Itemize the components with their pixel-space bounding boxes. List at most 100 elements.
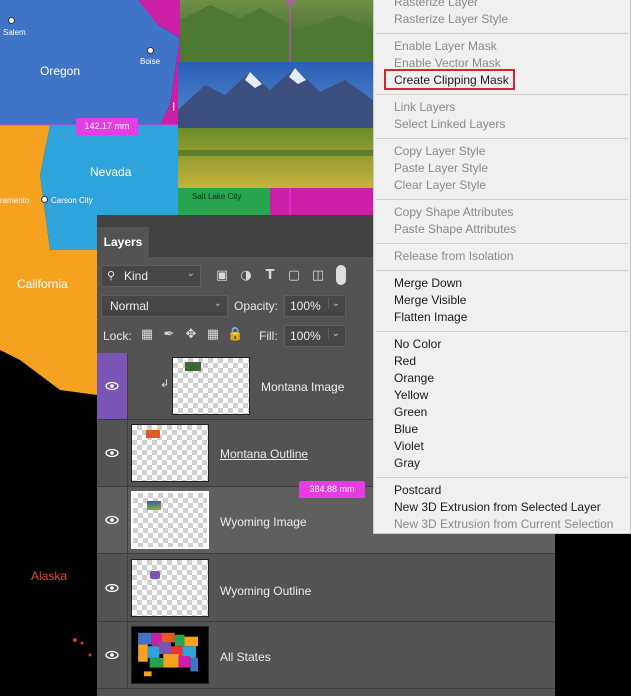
menu-item-copy-layer-style[interactable]: Copy Layer Style [394,143,485,160]
lock-transparent-icon[interactable]: ▦ [139,327,155,343]
menu-item-postcard[interactable]: Postcard [394,482,441,499]
layer-thumbnail [131,491,209,549]
us-map-thumbnail [138,632,198,677]
city-label-carson-city: Carson City [51,196,93,205]
menu-item-new-3d-extrusion-selected-layer[interactable]: New 3D Extrusion from Selected Layer [394,499,601,516]
measure-width-badge: 142.17 mm [76,118,138,135]
filter-shape-icon[interactable]: ▢ [286,268,302,284]
menu-item-select-linked-layers[interactable]: Select Linked Layers [394,116,505,133]
menu-separator [376,243,628,244]
menu-item-enable-layer-mask[interactable]: Enable Layer Mask [394,38,497,55]
state-label-alaska: Alaska [31,569,68,583]
menu-separator [376,270,628,271]
menu-separator [376,33,628,34]
search-icon: ⚲ [107,270,116,282]
clipping-arrow-icon: ↲ [160,377,170,390]
opacity-label: Opacity: [234,299,279,313]
filter-pixel-icon[interactable]: ▣ [214,268,230,284]
filter-adjustment-icon[interactable]: ◑ [238,268,254,284]
menu-item-yellow[interactable]: Yellow [394,387,428,404]
menu-item-red[interactable]: Red [394,353,416,370]
fill-input[interactable]: 100% ⌄ [284,325,346,347]
lock-all-icon[interactable]: 🔒 [227,327,243,343]
thumb-content [150,571,160,579]
menu-item-green[interactable]: Green [394,404,427,421]
menu-item-release-from-isolation[interactable]: Release from Isolation [394,248,513,265]
layer-name: Montana Outline [220,447,309,461]
thumb-content [147,501,161,510]
highlight-box [384,69,515,90]
menu-separator [376,138,628,139]
chevron-down-icon: ⌄ [186,268,195,279]
layer-thumbnail [172,357,250,415]
eye-icon[interactable] [105,513,119,527]
thumb-content [146,430,160,438]
eye-icon[interactable] [105,648,119,662]
menu-item-new-3d-extrusion-current-selection[interactable]: New 3D Extrusion from Current Selection [394,516,613,533]
layer-thumbnail [131,559,209,617]
tab-layers[interactable]: Layers [97,227,149,257]
blend-mode-select[interactable]: Normal ⌄ [101,295,228,317]
opacity-input[interactable]: 100% ⌄ [284,295,346,317]
menu-item-gray[interactable]: Gray [394,455,420,472]
menu-item-orange[interactable]: Orange [394,370,434,387]
menu-separator [376,477,628,478]
menu-item-link-layers[interactable]: Link Layers [394,99,455,116]
filter-smart-object-icon[interactable]: ◫ [310,268,326,284]
city-label-salt-lake-city: Salt Lake City [192,192,242,201]
layer-row-wyoming-outline[interactable]: Wyoming Outline [97,555,555,622]
lock-label: Lock: [103,329,132,343]
thumb-content [185,362,201,371]
layer-name: Montana Image [261,380,345,394]
chevron-down-icon: ⌄ [213,298,222,309]
lock-artboard-icon[interactable]: ▦ [205,327,221,343]
menu-item-clear-layer-style[interactable]: Clear Layer Style [394,177,486,194]
menu-separator [376,199,628,200]
menu-item-rasterize-layer-style[interactable]: Rasterize Layer Style [394,11,508,28]
measure-height-badge: 384.88 mm [299,481,365,498]
opacity-value: 100% [290,299,321,313]
city-dot-carson-city [41,196,48,203]
menu-item-rasterize-layer[interactable]: Rasterize Layer [394,0,478,11]
city-dot-boise [147,47,154,54]
menu-item-paste-layer-style[interactable]: Paste Layer Style [394,160,488,177]
lock-brush-icon[interactable]: ✒ [161,327,177,343]
layer-name: Wyoming Image [220,515,307,529]
filter-toggle-icon[interactable] [336,265,346,285]
city-label-boise: Boise [140,57,161,66]
blend-mode-value: Normal [110,299,149,313]
menu-item-merge-visible[interactable]: Merge Visible [394,292,466,309]
filter-kind-select[interactable]: ⚲ Kind ⌄ [101,265,201,287]
menu-separator [376,94,628,95]
menu-item-blue[interactable]: Blue [394,421,418,438]
chevron-down-icon: ⌄ [327,328,340,339]
filter-type-icon[interactable]: T [262,268,278,284]
eye-icon[interactable] [105,379,119,393]
fill-label: Fill: [259,329,278,343]
state-label-oregon: Oregon [40,64,81,78]
state-label-california: California [17,277,68,291]
layer-name: Wyoming Outline [220,584,312,598]
eye-icon[interactable] [105,446,119,460]
menu-item-paste-shape-attributes[interactable]: Paste Shape Attributes [394,221,516,238]
chevron-down-icon: ⌄ [327,298,340,309]
menu-item-copy-shape-attributes[interactable]: Copy Shape Attributes [394,204,513,221]
state-label-partial: I [172,100,176,114]
layer-row-all-states[interactable]: All States [97,622,555,689]
state-label-nevada: Nevada [90,165,132,179]
filter-kind-label: Kind [124,269,149,283]
city-dot-salem [8,17,15,24]
city-label-sacramento: ramento [0,196,30,205]
menu-separator [376,331,628,332]
menu-item-no-color[interactable]: No Color [394,336,441,353]
layer-name: All States [220,650,271,664]
menu-item-flatten-image[interactable]: Flatten Image [394,309,467,326]
menu-item-merge-down[interactable]: Merge Down [394,275,462,292]
fill-value: 100% [290,329,321,343]
layer-thumbnail [131,424,209,482]
lock-position-icon[interactable]: ✥ [183,327,199,343]
city-label-salem: Salem [3,28,26,37]
eye-icon[interactable] [105,581,119,595]
menu-item-violet[interactable]: Violet [394,438,424,455]
layer-thumbnail [131,626,209,684]
